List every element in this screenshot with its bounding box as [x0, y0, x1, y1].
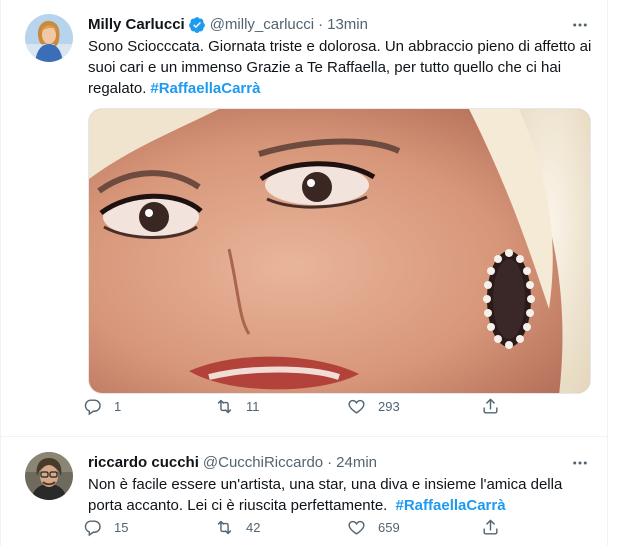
- like-button[interactable]: 293: [347, 397, 400, 416]
- reply-icon: [84, 398, 101, 415]
- more-dots-icon[interactable]: [570, 453, 590, 473]
- reply-button[interactable]: 15: [83, 518, 128, 537]
- hashtag-link[interactable]: #RaffaellaCarrà: [396, 497, 506, 514]
- author-handle[interactable]: @milly_carlucci: [210, 15, 314, 35]
- heart-icon: [348, 520, 365, 535]
- tweet-text: Sono Sciocccata. Giornata triste e dolor…: [88, 36, 593, 99]
- avatar[interactable]: [25, 14, 73, 62]
- retweet-button[interactable]: 42: [215, 518, 260, 537]
- tweet-text: Non è facile essere un'artista, una star…: [88, 474, 593, 516]
- timestamp[interactable]: 24min: [336, 453, 377, 473]
- tweet-header: Milly Carlucci @milly_carlucci · 13min: [88, 15, 368, 35]
- share-button[interactable]: [481, 518, 500, 537]
- timeline: Milly Carlucci @milly_carlucci · 13min S…: [0, 0, 608, 546]
- reply-icon: [84, 519, 101, 536]
- separator: ·: [327, 454, 333, 471]
- verified-badge-icon: [188, 16, 206, 34]
- avatar[interactable]: [25, 452, 73, 500]
- timestamp[interactable]: 13min: [327, 15, 368, 35]
- author-name[interactable]: riccardo cucchi: [88, 453, 199, 473]
- hashtag-link[interactable]: #RaffaellaCarrà: [150, 80, 260, 97]
- retweet-button[interactable]: 11: [215, 397, 260, 416]
- heart-icon: [348, 399, 365, 414]
- like-count: 293: [378, 398, 400, 414]
- retweet-count: 42: [246, 519, 261, 535]
- share-icon: [483, 519, 498, 535]
- like-button[interactable]: 659: [347, 518, 400, 537]
- share-icon: [483, 398, 498, 414]
- separator: ·: [318, 16, 324, 33]
- more-dots-icon[interactable]: [570, 15, 590, 35]
- tweet[interactable]: riccardo cucchi @CucchiRiccardo · 24min …: [1, 438, 608, 546]
- retweet-icon: [217, 399, 232, 413]
- tweet[interactable]: Milly Carlucci @milly_carlucci · 13min S…: [1, 0, 608, 437]
- author-name[interactable]: Milly Carlucci: [88, 15, 185, 35]
- reply-count: 15: [114, 519, 129, 535]
- retweet-icon: [217, 520, 232, 534]
- reply-count: 1: [114, 398, 122, 414]
- share-button[interactable]: [481, 397, 500, 416]
- like-count: 659: [378, 519, 400, 535]
- reply-button[interactable]: 1: [83, 397, 121, 416]
- tweet-media-image[interactable]: [88, 108, 591, 394]
- tweet-header: riccardo cucchi @CucchiRiccardo · 24min: [88, 453, 377, 473]
- retweet-count: 11: [246, 398, 260, 414]
- author-handle[interactable]: @CucchiRiccardo: [203, 453, 323, 473]
